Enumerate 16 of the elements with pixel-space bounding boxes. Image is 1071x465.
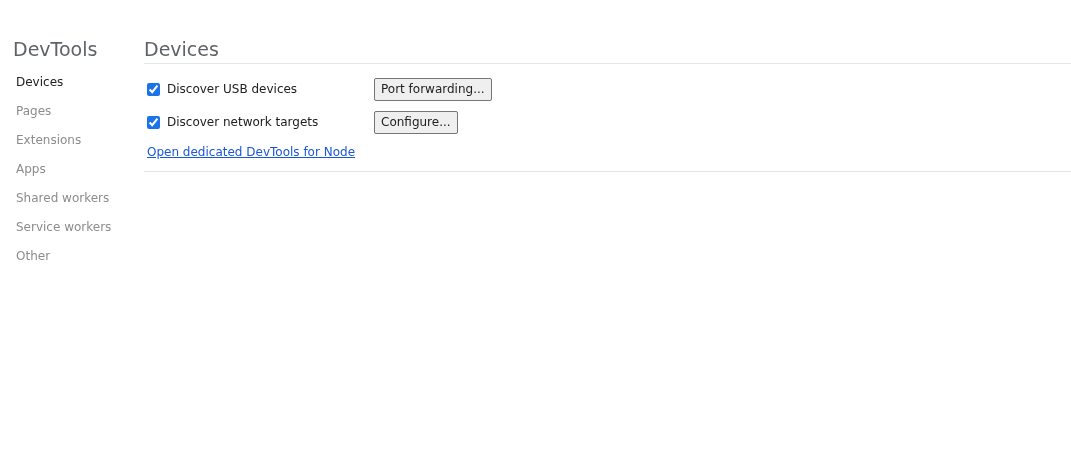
sidebar-item[interactable]: Other: [14, 241, 144, 270]
checkbox[interactable]: [147, 115, 160, 129]
sidebar-item[interactable]: Devices: [14, 67, 144, 96]
sidebar-item[interactable]: Pages: [14, 96, 144, 125]
page-title: Devices: [144, 37, 220, 62]
checkbox-label: Discover USB devices: [167, 82, 299, 96]
checkbox-label: Discover network targets: [167, 115, 320, 129]
checkbox[interactable]: [147, 82, 160, 96]
sidebar-item[interactable]: Extensions: [14, 125, 144, 154]
app-title: DevTools: [13, 37, 99, 62]
sidebar-item[interactable]: Service workers: [14, 212, 144, 241]
settings-button[interactable]: Configure...: [374, 110, 458, 134]
sidebar-item[interactable]: Shared workers: [14, 183, 144, 212]
settings-button[interactable]: Port forwarding...: [374, 77, 492, 101]
sidebar-item[interactable]: Apps: [14, 154, 144, 183]
node-devtools-link[interactable]: Open dedicated DevTools for Node: [147, 145, 356, 159]
